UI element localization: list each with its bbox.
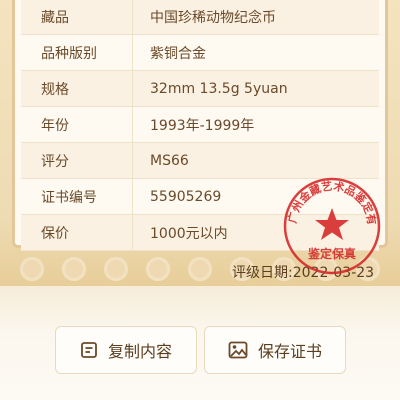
coin-icon xyxy=(188,257,212,281)
row-year: 年份 1993年-1999年 xyxy=(21,107,379,143)
label-grade: 评分 xyxy=(21,143,133,178)
value-grade: MS66 xyxy=(150,152,189,169)
value-cert-number: 55905269 xyxy=(150,188,222,205)
save-certificate-label: 保存证书 xyxy=(257,342,322,361)
coin-icon xyxy=(146,257,170,281)
coin-icon xyxy=(20,257,44,281)
svg-text:鉴定保真: 鉴定保真 xyxy=(307,246,356,261)
document-icon xyxy=(81,342,97,358)
value-spec: 32mm 13.5g 5yuan xyxy=(150,80,288,97)
company-seal-stamp: 广州金藏艺术品鉴定有限公司 鉴定保真 xyxy=(280,174,381,275)
coin-icon xyxy=(62,257,86,281)
value-collection: 中国珍稀动物纪念币 xyxy=(150,9,276,26)
label-spec: 规格 xyxy=(21,71,133,106)
copy-content-label: 复制内容 xyxy=(107,342,172,361)
image-icon xyxy=(228,341,248,359)
label-collection: 藏品 xyxy=(21,0,133,34)
value-variety: 紫铜合金 xyxy=(150,45,206,62)
copy-content-button[interactable]: 复制内容 xyxy=(55,326,197,374)
value-insured-value: 1000元以内 xyxy=(150,225,228,242)
save-certificate-button[interactable]: 保存证书 xyxy=(204,326,346,374)
row-spec: 规格 32mm 13.5g 5yuan xyxy=(21,71,379,107)
coin-icon xyxy=(104,257,128,281)
row-collection: 藏品 中国珍稀动物纪念币 xyxy=(21,0,379,35)
label-insured-value: 保价 xyxy=(21,215,133,250)
label-year: 年份 xyxy=(21,107,133,142)
label-variety: 品种版别 xyxy=(21,35,133,70)
row-variety: 品种版别 紫铜合金 xyxy=(21,35,379,71)
label-cert-number: 证书编号 xyxy=(21,179,133,214)
value-year: 1993年-1999年 xyxy=(150,117,255,134)
